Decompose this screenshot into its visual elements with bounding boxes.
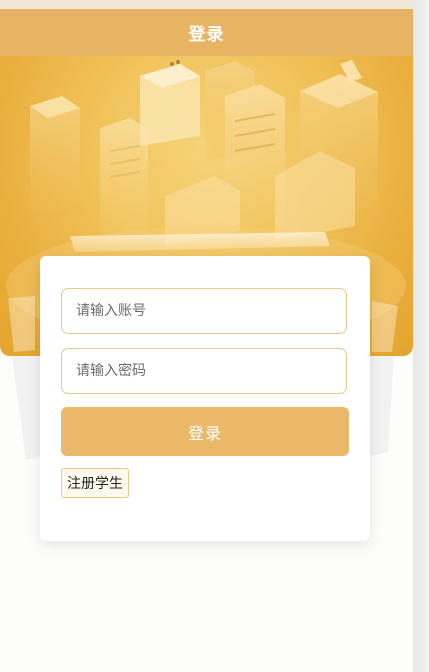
paper-shadow-right [370, 356, 394, 456]
app-window: 登录 登录 注册学生 [0, 0, 413, 672]
account-input[interactable] [61, 288, 347, 334]
login-button[interactable]: 登录 [61, 407, 349, 456]
right-scrollbar-track[interactable] [413, 0, 429, 672]
page-header: 登录 [0, 9, 413, 56]
page-title: 登录 [188, 25, 225, 45]
login-card: 登录 注册学生 [40, 256, 370, 541]
top-strip [0, 0, 413, 9]
password-input[interactable] [61, 348, 347, 394]
register-student-button[interactable]: 注册学生 [61, 468, 129, 498]
